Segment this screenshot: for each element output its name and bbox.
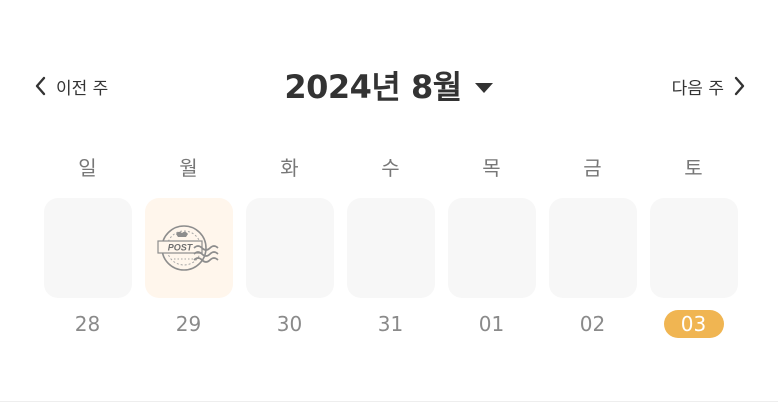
weekday-label: 금 (583, 156, 602, 180)
month-title: 2024년 8월 (284, 68, 462, 106)
weekday-label: 일 (78, 156, 97, 180)
day-column: 수 31 (340, 150, 441, 338)
day-column: 일 28 (37, 150, 138, 338)
month-selector[interactable]: 2024년 8월 (0, 62, 778, 108)
day-tile[interactable] (43, 198, 132, 298)
next-week-button[interactable]: 다음 주 (672, 72, 746, 100)
next-week-label: 다음 주 (671, 78, 724, 99)
weekday-label: 토 (684, 156, 703, 180)
day-column: 토 03 (643, 150, 744, 338)
date-label: 01 (478, 312, 505, 336)
date-label: 31 (377, 312, 404, 336)
post-stamp-icon: POST (156, 225, 219, 271)
today-date-badge: 03 (663, 310, 724, 338)
caret-down-icon (474, 83, 493, 93)
date-label: 29 (175, 312, 202, 336)
day-column: 화 30 (239, 150, 340, 338)
day-tile[interactable] (245, 198, 334, 298)
stamp-text: POST (167, 243, 193, 253)
week-row: 일 28 월 POST 29 화 30 수 31 목 01 금 02 토 03 (37, 150, 744, 338)
day-tile[interactable] (649, 198, 738, 298)
day-tile[interactable] (346, 198, 435, 298)
weekday-label: 수 (381, 156, 400, 180)
weekday-label: 화 (280, 156, 299, 180)
day-tile-with-stamp[interactable]: POST (144, 198, 233, 298)
weekday-label: 월 (179, 156, 198, 180)
date-label: 28 (74, 312, 101, 336)
chevron-right-icon (734, 76, 745, 96)
date-label: 02 (579, 312, 606, 336)
divider (0, 401, 778, 402)
day-tile[interactable] (548, 198, 637, 298)
weekday-label: 목 (482, 156, 501, 180)
day-column: 금 02 (542, 150, 643, 338)
day-column: 목 01 (441, 150, 542, 338)
week-header: 이전 주 2024년 8월 다음 주 (0, 58, 778, 114)
day-tile[interactable] (447, 198, 536, 298)
date-label: 30 (276, 312, 303, 336)
day-column: 월 POST 29 (138, 150, 239, 338)
